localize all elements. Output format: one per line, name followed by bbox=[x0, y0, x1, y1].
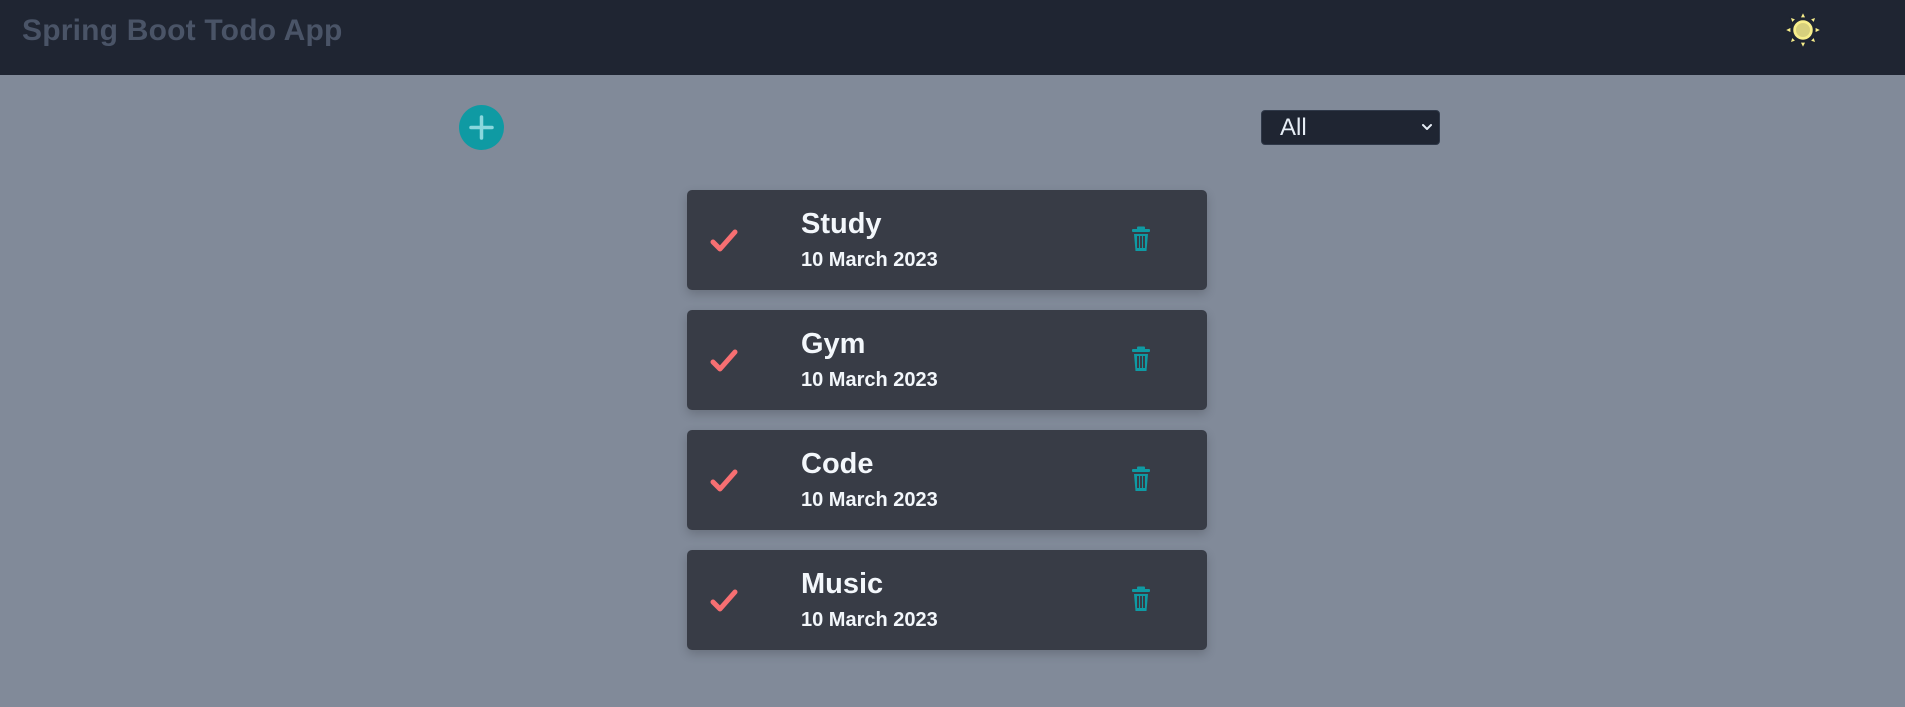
app-title: Spring Boot Todo App bbox=[22, 14, 343, 47]
todo-title: Study bbox=[801, 208, 882, 240]
check-icon[interactable] bbox=[709, 586, 739, 616]
todo-item: Code 10 March 2023 bbox=[687, 430, 1207, 530]
check-icon[interactable] bbox=[709, 346, 739, 376]
filter-select[interactable]: All bbox=[1261, 110, 1440, 145]
todo-item: Music 10 March 2023 bbox=[687, 550, 1207, 650]
todo-list: Study 10 March 2023 Gym 10 March 2023 Co… bbox=[687, 190, 1207, 670]
plus-icon bbox=[469, 115, 494, 140]
app-header: Spring Boot Todo App bbox=[0, 0, 1905, 75]
check-icon[interactable] bbox=[709, 466, 739, 496]
todo-title: Music bbox=[801, 568, 884, 600]
theme-toggle-button[interactable] bbox=[1783, 10, 1823, 50]
todo-title: Code bbox=[801, 448, 874, 480]
trash-icon[interactable] bbox=[1130, 586, 1152, 612]
todo-date: 10 March 2023 bbox=[801, 369, 938, 391]
add-todo-button[interactable] bbox=[459, 105, 504, 150]
check-icon[interactable] bbox=[709, 226, 739, 256]
todo-title: Gym bbox=[801, 328, 866, 360]
trash-icon[interactable] bbox=[1130, 466, 1152, 492]
todo-date: 10 March 2023 bbox=[801, 249, 938, 271]
todo-date: 10 March 2023 bbox=[801, 609, 938, 631]
trash-icon[interactable] bbox=[1130, 346, 1152, 372]
app-root: Spring Boot Todo App All Study 10 March … bbox=[0, 0, 1905, 707]
todo-item: Gym 10 March 2023 bbox=[687, 310, 1207, 410]
sun-icon bbox=[1783, 10, 1823, 50]
trash-icon[interactable] bbox=[1130, 226, 1152, 252]
todo-date: 10 March 2023 bbox=[801, 489, 938, 511]
todo-item: Study 10 March 2023 bbox=[687, 190, 1207, 290]
